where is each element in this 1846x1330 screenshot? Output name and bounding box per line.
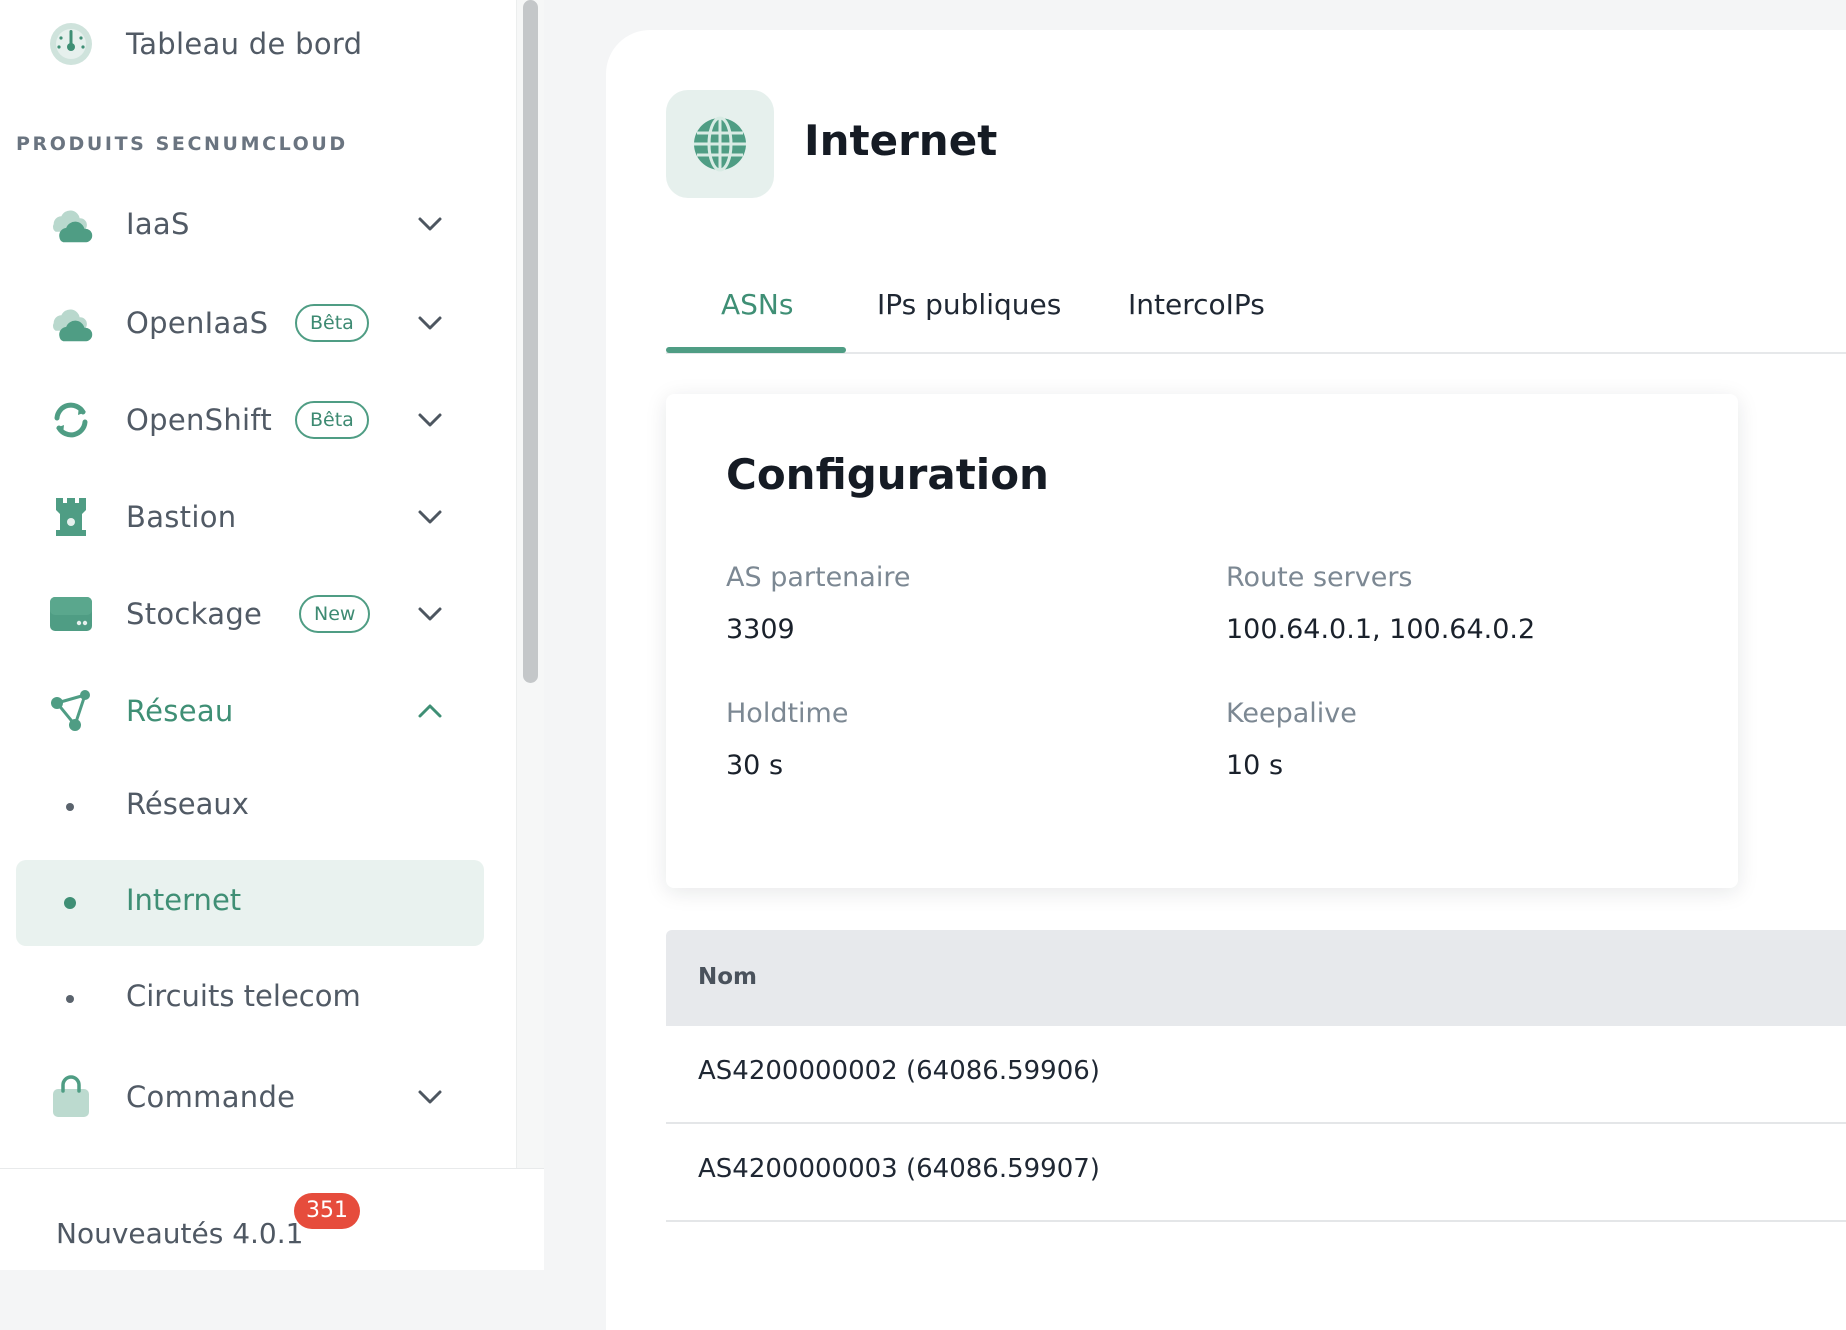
sidebar-item-label: Commande xyxy=(126,1080,296,1114)
table-cell-name: AS4200000003 (64086.59907) xyxy=(698,1154,1100,1184)
chevron-down-icon[interactable] xyxy=(414,404,446,436)
cloud-icon xyxy=(46,199,96,249)
configuration-title: Configuration xyxy=(726,450,1049,499)
sidebar-subitem-label: Internet xyxy=(126,883,242,917)
gauge-icon xyxy=(46,19,96,69)
sidebar-item-label: IaaS xyxy=(126,207,190,241)
tab-intercoips[interactable]: IntercoIPs xyxy=(1128,288,1265,321)
release-notes-link[interactable]: Nouveautés 4.0.1 xyxy=(56,1217,303,1250)
sidebar-item-label: OpenIaaS xyxy=(126,306,269,340)
notification-count-badge: 351 xyxy=(294,1193,360,1229)
sidebar-item-label: Tableau de bord xyxy=(126,27,363,61)
active-tab-indicator xyxy=(666,347,846,353)
new-badge: New xyxy=(299,595,371,633)
sidebar-item-reseau[interactable]: Réseau xyxy=(16,668,484,754)
table-header: Nom xyxy=(666,930,1846,1026)
sidebar-subitem-circuits-telecom[interactable]: Circuits telecom xyxy=(16,956,484,1042)
field-value-keepalive: 10 s xyxy=(1226,750,1284,781)
tower-icon xyxy=(46,492,96,542)
sidebar-item-label: Stockage xyxy=(126,597,263,631)
chevron-down-icon[interactable] xyxy=(414,1081,446,1113)
sidebar-subitem-reseaux[interactable]: Réseaux xyxy=(16,764,484,850)
field-value-route-servers: 100.64.0.1, 100.64.0.2 xyxy=(1226,614,1536,645)
tab-ips-publiques[interactable]: IPs publiques xyxy=(877,288,1061,321)
sidebar-item-label: Bastion xyxy=(126,500,237,534)
beta-badge: Bêta xyxy=(295,401,369,439)
page-title: Internet xyxy=(804,116,998,165)
tab-bar: ASNs IPs publiques IntercoIPs xyxy=(666,270,1846,354)
table-row[interactable]: AS4200000003 (64086.59907) xyxy=(666,1124,1846,1222)
sidebar-section-title: PRODUITS SECNUMCLOUD xyxy=(16,133,348,155)
storage-icon xyxy=(46,589,96,639)
field-value-holdtime: 30 s xyxy=(726,750,784,781)
sidebar-item-label: OpenShift xyxy=(126,403,273,437)
chevron-up-icon[interactable] xyxy=(414,695,446,727)
cloud-icon xyxy=(46,298,96,348)
chevron-down-icon[interactable] xyxy=(414,598,446,630)
field-label-keepalive: Keepalive xyxy=(1226,698,1357,729)
table-row[interactable]: AS4200000002 (64086.59906) xyxy=(666,1026,1846,1124)
sidebar-item-commande[interactable]: Commande xyxy=(16,1054,484,1140)
beta-badge: Bêta xyxy=(295,304,369,342)
column-header-nom[interactable]: Nom xyxy=(698,964,757,990)
sidebar-item-label: Réseau xyxy=(126,694,234,728)
bag-icon xyxy=(46,1072,96,1122)
bullet-icon xyxy=(66,803,74,811)
sidebar-item-bastion[interactable]: Bastion xyxy=(16,474,484,560)
sidebar-subitem-label: Circuits telecom xyxy=(126,979,361,1013)
chevron-down-icon[interactable] xyxy=(414,501,446,533)
refresh-icon xyxy=(46,395,96,445)
chevron-down-icon[interactable] xyxy=(414,208,446,240)
sidebar-item-dashboard[interactable]: Tableau de bord xyxy=(16,1,484,87)
table-cell-name: AS4200000002 (64086.59906) xyxy=(698,1056,1100,1086)
sidebar-footer: Nouveautés 4.0.1 351 xyxy=(0,1168,544,1270)
field-label-route-servers: Route servers xyxy=(1226,562,1413,593)
tab-asns[interactable]: ASNs xyxy=(721,288,793,321)
sidebar-subitem-internet[interactable]: Internet xyxy=(16,860,484,946)
network-icon xyxy=(46,686,96,736)
globe-icon xyxy=(666,90,774,198)
sidebar-item-openiaas[interactable]: OpenIaaS Bêta xyxy=(16,280,484,366)
bullet-icon xyxy=(64,897,76,909)
sidebar-item-openshift[interactable]: OpenShift Bêta xyxy=(16,377,484,463)
configuration-card: Configuration AS partenaire 3309 Route s… xyxy=(666,394,1738,888)
sidebar-item-iaas[interactable]: IaaS xyxy=(16,181,484,267)
field-label-holdtime: Holdtime xyxy=(726,698,849,729)
bullet-icon xyxy=(66,995,74,1003)
chevron-down-icon[interactable] xyxy=(414,307,446,339)
field-label-as-partenaire: AS partenaire xyxy=(726,562,911,593)
sidebar-scrollbar-thumb[interactable] xyxy=(523,0,538,683)
sidebar: Tableau de bord PRODUITS SECNUMCLOUD Iaa… xyxy=(0,0,544,1270)
sidebar-subitem-label: Réseaux xyxy=(126,787,249,821)
sidebar-item-stockage[interactable]: Stockage New xyxy=(16,571,484,657)
field-value-as-partenaire: 3309 xyxy=(726,614,795,645)
